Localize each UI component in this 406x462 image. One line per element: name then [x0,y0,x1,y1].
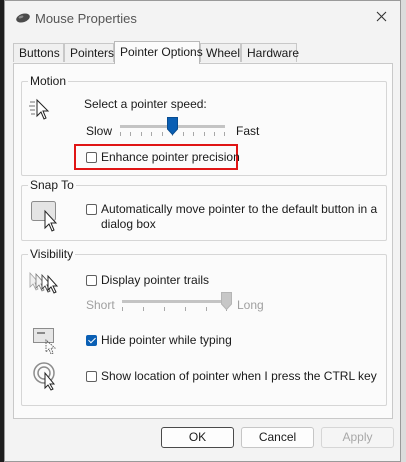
tab-hardware[interactable]: Hardware [241,43,299,62]
trail-length-slider-thumb[interactable] [220,292,232,313]
pointer-trails-label[interactable]: Display pointer trails [101,273,209,287]
snap-to-default-checkbox[interactable] [86,204,97,215]
hide-pointer-label[interactable]: Hide pointer while typing [101,333,232,347]
pointer-options-panel: Motion Select a pointer speed: Slow Fast… [13,63,393,419]
snap-to-label-line2[interactable]: dialog box [101,217,156,231]
mouse-properties-dialog: Mouse Properties Buttons Pointers Pointe… [4,0,401,462]
pointer-speed-icon [28,98,54,125]
motion-group: Motion Select a pointer speed: Slow Fast… [21,74,387,176]
motion-group-label: Motion [28,74,69,88]
cancel-button[interactable]: Cancel [241,427,314,448]
snap-to-icon [31,201,63,236]
snap-to-group: Snap To Automatically move pointer to th… [21,178,387,241]
tab-wheel[interactable]: Wheel [200,43,241,62]
window-title: Mouse Properties [35,11,137,26]
snap-to-label-line1[interactable]: Automatically move pointer to the defaul… [101,202,377,216]
tab-strip: Buttons Pointers Pointer Options Wheel H… [13,41,393,64]
ok-button[interactable]: OK [161,427,234,448]
fast-label: Fast [236,124,260,138]
pointer-speed-label: Select a pointer speed: [84,97,207,111]
visibility-group-label: Visibility [28,247,76,261]
mouse-icon [15,12,31,27]
background-window-edge [401,0,406,462]
hide-pointer-icon [33,328,63,359]
pointer-trails-checkbox[interactable] [86,275,97,286]
pointer-trails-icon [28,271,60,300]
enhance-precision-checkbox[interactable] [86,152,97,163]
title-bar[interactable]: Mouse Properties [5,1,400,35]
close-button[interactable] [368,5,394,31]
short-label: Short [86,298,115,312]
pointer-speed-slider-thumb[interactable] [166,117,178,138]
tab-pointers[interactable]: Pointers [64,43,114,62]
trail-length-ticks [122,307,227,312]
visibility-group: Visibility Display pointer trails Short … [21,247,387,406]
slow-label: Slow [86,124,113,138]
tab-pointer-options[interactable]: Pointer Options [114,41,203,64]
snap-to-group-label: Snap To [28,178,76,192]
show-location-icon [33,361,63,394]
hide-pointer-checkbox[interactable] [86,335,97,346]
trail-length-track [122,300,227,303]
tab-buttons[interactable]: Buttons [13,43,64,62]
long-label: Long [237,298,264,312]
show-location-label[interactable]: Show location of pointer when I press th… [101,369,377,383]
enhance-precision-label[interactable]: Enhance pointer precision [101,150,240,164]
apply-button[interactable]: Apply [321,427,394,448]
show-location-checkbox[interactable] [86,371,97,382]
close-icon [376,11,387,25]
